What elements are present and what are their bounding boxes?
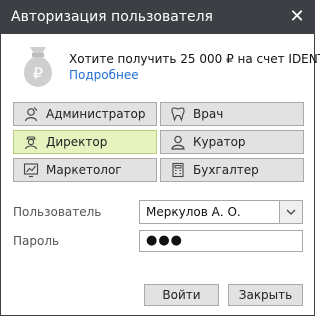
window-title: Авторизация пользователя	[11, 9, 213, 25]
chevron-down-icon[interactable]	[279, 201, 302, 223]
money-bag-ruble-icon: ₽	[13, 41, 63, 89]
director-icon	[22, 133, 40, 151]
password-value: ●●●	[146, 233, 184, 248]
role-marketer-button[interactable]: Маркетолог	[13, 158, 157, 182]
title-bar: Авторизация пользователя ✕	[1, 1, 314, 34]
calculator-icon	[169, 161, 187, 179]
tooth-icon	[169, 105, 187, 123]
user-label: Пользователь	[13, 205, 102, 219]
user-select[interactable]: Меркулов А. О.	[139, 200, 303, 224]
password-field[interactable]: ●●●	[139, 230, 303, 252]
svg-text:₽: ₽	[33, 64, 43, 83]
role-curator-button[interactable]: Куратор	[160, 130, 304, 154]
role-label: Бухгалтер	[193, 163, 259, 177]
login-button[interactable]: Войти	[144, 284, 219, 306]
role-label: Директор	[46, 135, 108, 149]
admin-icon	[22, 105, 40, 123]
role-administrator-button[interactable]: Администратор	[13, 102, 157, 126]
role-label: Куратор	[193, 135, 246, 149]
role-director-button[interactable]: Директор	[13, 130, 157, 154]
role-label: Администратор	[46, 107, 146, 121]
chart-icon	[22, 161, 40, 179]
promo-banner: ₽ Хотите получить 25 000 ₽ на счет IDENT…	[13, 41, 320, 89]
promo-details-link[interactable]: Подробнее	[69, 68, 139, 82]
role-label: Маркетолог	[46, 163, 122, 177]
user-select-value: Меркулов А. О.	[146, 205, 241, 219]
promo-text: Хотите получить 25 000 ₽ на счет IDENT?	[69, 52, 320, 66]
user-outline-icon	[169, 133, 187, 151]
role-accountant-button[interactable]: Бухгалтер	[160, 158, 304, 182]
close-button[interactable]: Закрыть	[228, 284, 303, 306]
role-label: Врач	[193, 107, 224, 121]
role-doctor-button[interactable]: Врач	[160, 102, 304, 126]
auth-dialog: Авторизация пользователя ✕ ₽ Хотите полу…	[0, 0, 320, 316]
close-icon[interactable]: ✕	[286, 6, 308, 28]
password-label: Пароль	[13, 234, 60, 248]
